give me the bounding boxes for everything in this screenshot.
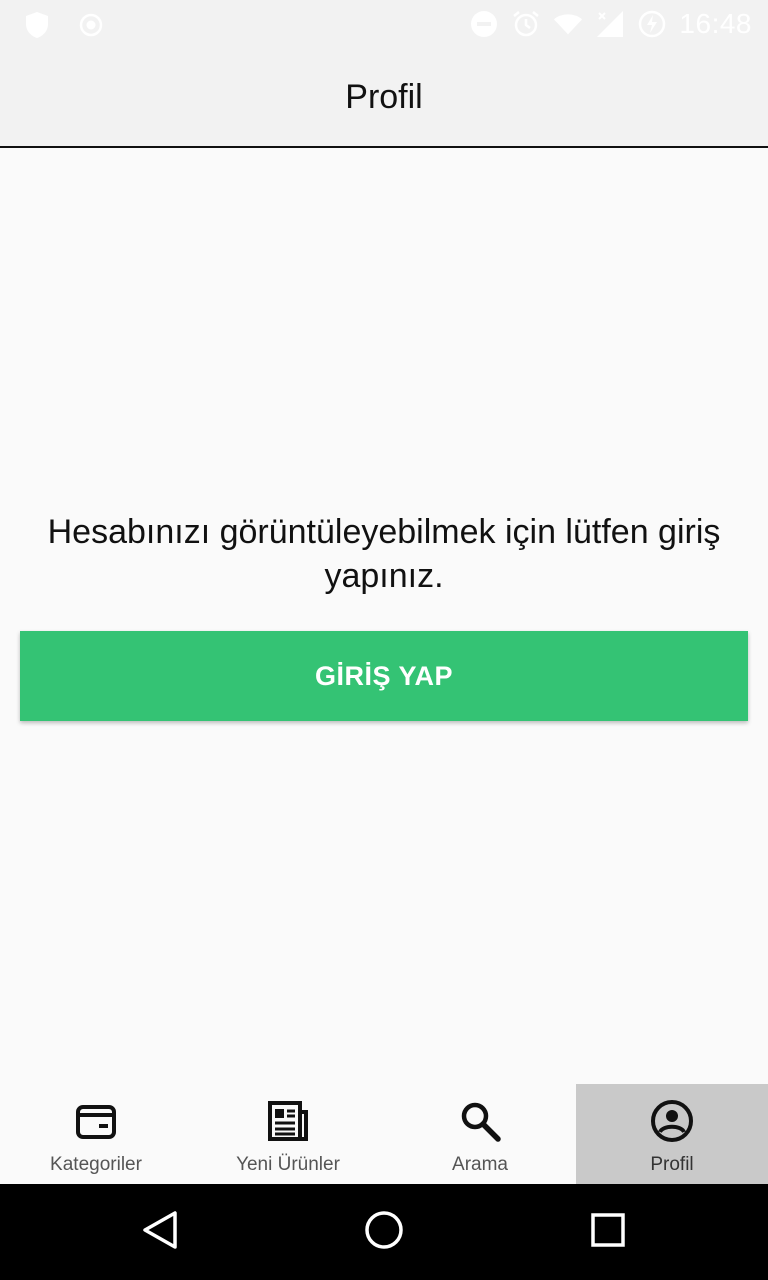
wallet-icon [73, 1098, 119, 1144]
back-triangle-icon [141, 1210, 179, 1255]
login-prompt-message: Hesabınızı görüntüleyebilmek için lütfen… [47, 513, 721, 595]
battery-charging-icon [637, 9, 667, 39]
tab-arama[interactable]: Arama [384, 1084, 576, 1184]
tab-label: Profil [650, 1154, 694, 1175]
status-bar-right: 16:48 [469, 8, 752, 40]
account-circle-icon [649, 1098, 695, 1144]
home-button[interactable] [360, 1208, 408, 1256]
tab-yeni-urunler[interactable]: Yeni Ürünler [192, 1084, 384, 1184]
signal-icon [595, 9, 625, 39]
status-bar-left [22, 10, 106, 40]
system-navigation-bar [0, 1184, 768, 1280]
app-bar: Profil [0, 48, 768, 148]
login-button[interactable]: GİRİŞ YAP [20, 631, 748, 721]
search-icon [457, 1098, 503, 1144]
alarm-icon [511, 9, 541, 39]
tab-label: Arama [452, 1154, 508, 1175]
wifi-icon [553, 9, 583, 39]
recents-square-icon [590, 1212, 626, 1253]
tab-label: Yeni Ürünler [236, 1154, 340, 1175]
bottom-tab-bar: Kategoriler Yeni Ürünler Arama Profil [0, 1084, 768, 1184]
status-bar-time: 16:48 [679, 8, 752, 39]
status-bar: 16:48 [0, 0, 768, 48]
shield-icon [22, 10, 52, 40]
back-button[interactable] [136, 1208, 184, 1256]
tab-label: Kategoriler [50, 1154, 142, 1175]
do-not-disturb-icon [469, 9, 499, 39]
record-icon [76, 10, 106, 40]
newspaper-icon [265, 1098, 311, 1144]
main-content: Hesabınızı görüntüleyebilmek için lütfen… [0, 150, 768, 1084]
tab-kategoriler[interactable]: Kategoriler [0, 1084, 192, 1184]
home-circle-icon [363, 1209, 405, 1256]
recents-button[interactable] [584, 1208, 632, 1256]
page-title: Profil [345, 77, 423, 116]
tab-profil[interactable]: Profil [576, 1084, 768, 1184]
